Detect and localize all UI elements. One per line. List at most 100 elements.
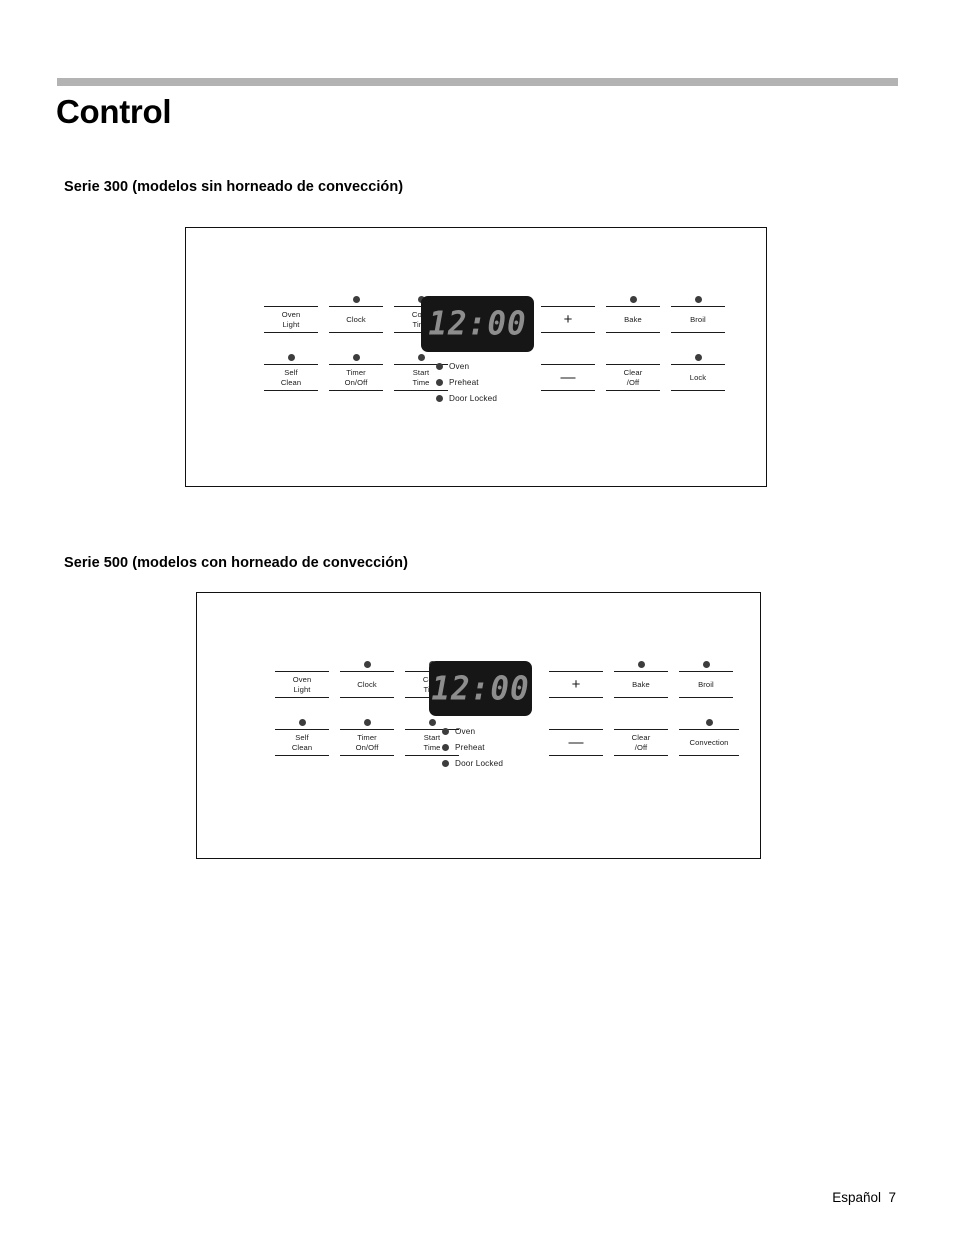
panel-500-key-self-clean[interactable]: Self Clean <box>275 716 329 756</box>
panel-300-indicator-slot-clock <box>352 293 360 306</box>
header-rule <box>57 78 898 86</box>
panel-300-lamp-oven: Oven <box>436 358 497 374</box>
panel-300-key-label-clock: Clock <box>346 314 366 324</box>
control-panel-serie-500: OvenLightClockCookTimeSelfCleanTimerOn/O… <box>196 592 761 859</box>
panel-300-key-face-self-clean[interactable]: Self Clean <box>264 364 318 391</box>
panel-300-key-broil[interactable]: Broil <box>671 293 725 333</box>
panel-300-indicator-slot-timer-on-off <box>352 351 360 364</box>
panel-500-key-broil[interactable]: Broil <box>679 658 733 698</box>
section-heading-serie-500: Serie 500 (modelos con horneado de conve… <box>64 555 408 571</box>
panel-500-key-face-convection[interactable]: Convection <box>679 729 739 756</box>
panel-300-key-plus[interactable]: + <box>541 293 595 333</box>
panel-500-lamp-dot-preheat <box>442 743 449 751</box>
panel-300-key-face-broil[interactable]: Broil <box>671 306 725 333</box>
panel-500-indicator-dot-start-time <box>428 719 436 726</box>
panel-300-key-label-lock: Lock <box>689 372 707 382</box>
panel-500-indicator-slot-self-clean <box>298 716 306 729</box>
panel-300-right-keypad: + Bake Broil — Clear/Off Lock <box>541 293 725 391</box>
panel-500-key-face-plus[interactable]: + <box>549 671 603 698</box>
panel-500-indicator-slot-start-time <box>428 716 436 729</box>
page-footer: Español 7 <box>832 1190 896 1205</box>
panel-300-key-clear-off[interactable]: Clear/Off <box>606 351 660 391</box>
panel-300-status-lamps: Oven Preheat Door Locked <box>436 358 497 406</box>
panel-500-indicator-slot-convection <box>705 716 713 729</box>
panel-500-key-face-minus[interactable]: — <box>549 729 603 756</box>
panel-300-key-label-clear-off-2: /Off <box>626 377 640 387</box>
panel-500-key-label-minus: — <box>568 734 584 751</box>
panel-300-key-face-plus[interactable]: + <box>541 306 595 333</box>
panel-500-indicator-slot-bake <box>637 658 645 671</box>
panel-300-indicator-slot-lock <box>694 351 702 364</box>
panel-300-lamp-dot-door-locked <box>436 394 443 402</box>
panel-300-key-face-bake[interactable]: Bake <box>606 306 660 333</box>
panel-500-key-plus[interactable]: + <box>549 658 603 698</box>
panel-500-key-minus[interactable]: — <box>549 716 603 756</box>
panel-500-key-oven-light[interactable]: Oven Light <box>275 658 329 698</box>
panel-500-key-bake[interactable]: Bake <box>614 658 668 698</box>
page-title: Control <box>56 93 172 130</box>
panel-300-indicator-dot-timer-on-off <box>352 354 360 361</box>
panel-300-indicator-slot-bake <box>629 293 637 306</box>
panel-500-right-keypad: + Bake Broil — Clear/Off Convection <box>549 658 739 756</box>
panel-500-key-face-broil[interactable]: Broil <box>679 671 733 698</box>
panel-500-key-label-self-clean-1: Self <box>295 732 309 742</box>
panel-500-lamp-preheat: Preheat <box>442 739 503 755</box>
panel-300-inner: OvenLightClockCookTimeSelfCleanTimerOn/O… <box>186 228 766 486</box>
panel-500-key-face-clear-off[interactable]: Clear/Off <box>614 729 668 756</box>
panel-500-lamp-label-preheat: Preheat <box>455 742 485 752</box>
panel-300-key-label-minus: — <box>560 369 576 386</box>
panel-500-indicator-dot-broil <box>702 661 710 668</box>
panel-500-keypad-row-2: Self Clean Timer On/Off Start Time <box>275 716 459 756</box>
panel-500-key-label-self-clean-2: Clean <box>291 742 313 752</box>
panel-500-key-face-oven-light[interactable]: Oven Light <box>275 671 329 698</box>
panel-300-key-minus[interactable]: — <box>541 351 595 391</box>
panel-500-key-face-self-clean[interactable]: Self Clean <box>275 729 329 756</box>
panel-300-key-face-minus[interactable]: — <box>541 364 595 391</box>
panel-500-key-clock[interactable]: Clock <box>340 658 394 698</box>
panel-500-indicator-dot-bake <box>637 661 645 668</box>
panel-300-indicator-slot-self-clean <box>287 351 295 364</box>
panel-500-lamp-dot-door-locked <box>442 759 449 767</box>
panel-300-keypad-row-2: — Clear/Off Lock <box>541 351 725 391</box>
panel-500-key-face-bake[interactable]: Bake <box>614 671 668 698</box>
panel-500-indicator-dot-clock <box>363 661 371 668</box>
panel-500-indicator-slot-timer-on-off <box>363 716 371 729</box>
panel-500-indicator-dot-convection <box>705 719 713 726</box>
panel-300-keypad-row-1: + Bake Broil <box>541 293 725 333</box>
panel-500-lamp-oven: Oven <box>442 723 503 739</box>
panel-500-key-label-timer-on-off-2: On/Off <box>355 742 379 752</box>
panel-500-key-label-clock: Clock <box>357 679 377 689</box>
panel-300-key-label-plus: + <box>563 311 573 328</box>
panel-300-key-clock[interactable]: Clock <box>329 293 383 333</box>
panel-300-key-face-clear-off[interactable]: Clear/Off <box>606 364 660 391</box>
panel-300-lamp-door-locked: Door Locked <box>436 390 497 406</box>
panel-300-key-label-self-clean-2: Clean <box>280 377 302 387</box>
panel-300-key-face-oven-light[interactable]: Oven Light <box>264 306 318 333</box>
panel-300-key-lock[interactable]: Lock <box>671 351 725 391</box>
panel-300-key-self-clean[interactable]: Self Clean <box>264 351 318 391</box>
panel-300-key-timer-on-off[interactable]: Timer On/Off <box>329 351 383 391</box>
panel-500-key-convection[interactable]: Convection <box>679 716 739 756</box>
panel-500-key-clear-off[interactable]: Clear/Off <box>614 716 668 756</box>
panel-500-status-lamps: Oven Preheat Door Locked <box>442 723 503 771</box>
panel-300-key-label-timer-on-off-2: On/Off <box>344 377 368 387</box>
panel-300-key-face-clock[interactable]: Clock <box>329 306 383 333</box>
panel-300-lamp-dot-oven <box>436 362 443 370</box>
panel-300-key-label-oven-light-1: Oven <box>281 309 301 319</box>
panel-500-key-label-broil: Broil <box>698 679 714 689</box>
panel-300-key-label-self-clean-1: Self <box>284 367 298 377</box>
panel-500-key-timer-on-off[interactable]: Timer On/Off <box>340 716 394 756</box>
panel-300-key-face-lock[interactable]: Lock <box>671 364 725 391</box>
panel-300-key-oven-light[interactable]: Oven Light <box>264 293 318 333</box>
panel-300-key-bake[interactable]: Bake <box>606 293 660 333</box>
panel-300-indicator-dot-clock <box>352 296 360 303</box>
panel-500-indicator-dot-self-clean <box>298 719 306 726</box>
panel-500-key-label-oven-light-2: Light <box>293 684 311 694</box>
panel-500-key-label-bake: Bake <box>632 679 650 689</box>
panel-500-key-label-timer-on-off-1: Timer <box>357 732 377 742</box>
panel-300-key-face-timer-on-off[interactable]: Timer On/Off <box>329 364 383 391</box>
panel-500-key-face-timer-on-off[interactable]: Timer On/Off <box>340 729 394 756</box>
panel-500-key-face-clock[interactable]: Clock <box>340 671 394 698</box>
panel-300-indicator-dot-broil <box>694 296 702 303</box>
panel-300-lamp-label-preheat: Preheat <box>449 377 479 387</box>
